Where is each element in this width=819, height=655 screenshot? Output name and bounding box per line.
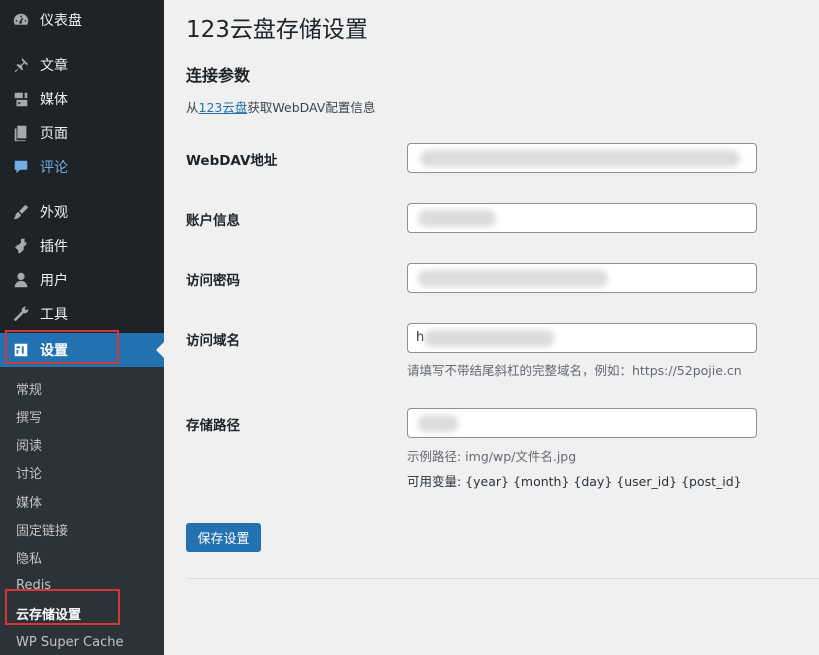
menu-label: 仪表盘 — [40, 13, 82, 29]
page-title: 123云盘存储设置 — [186, 17, 368, 43]
storage-path-hint: 示例路径: img/wp/文件名.jpg — [407, 449, 577, 464]
description: 从123云盘获取WebDAV配置信息 — [186, 97, 375, 116]
menu-item-comments[interactable]: 评论 — [0, 150, 164, 184]
comment-icon — [0, 158, 36, 176]
menu-label: 插件 — [40, 239, 68, 255]
domain-hint: 请填写不带结尾斜杠的完整域名，例如：https://52pojie.cn — [407, 363, 742, 378]
submenu-item-wp-super-cache[interactable]: WP Super Cache — [16, 628, 123, 655]
submenu-item-general[interactable]: 常规 — [16, 374, 42, 402]
dashboard-icon — [0, 11, 36, 29]
menu-label: 媒体 — [40, 92, 68, 108]
redacted-value — [418, 210, 496, 227]
menu-item-posts[interactable]: 文章 — [0, 48, 164, 82]
domain-value: h — [416, 330, 425, 345]
settings-submenu: 常规 撰写 阅读 讨论 媒体 固定链接 隐私 Redis 云存储设置 WP Su… — [0, 367, 164, 655]
menu-label: 设置 — [40, 343, 68, 359]
settings-icon — [0, 341, 36, 359]
menu-item-tools[interactable]: 工具 — [0, 297, 164, 331]
menu-label: 用户 — [40, 273, 68, 289]
webdav-url-input[interactable] — [407, 143, 757, 173]
menu-item-users[interactable]: 用户 — [0, 263, 164, 297]
storage-path-label: 存储路径 — [186, 418, 240, 434]
account-label: 账户信息 — [186, 213, 240, 229]
submenu-item-cloud-storage[interactable]: 云存储设置 — [16, 599, 81, 627]
save-settings-button[interactable]: 保存设置 — [186, 523, 261, 552]
wrench-icon — [0, 305, 36, 323]
main-content: 123云盘存储设置 连接参数 从123云盘获取WebDAV配置信息 WebDAV… — [164, 0, 819, 655]
password-input[interactable] — [407, 263, 757, 293]
redacted-value — [418, 270, 608, 287]
storage-path-input[interactable] — [407, 408, 757, 438]
account-input[interactable] — [407, 203, 757, 233]
menu-label: 工具 — [40, 307, 68, 323]
submenu-item-reading[interactable]: 阅读 — [16, 430, 42, 458]
menu-label: 外观 — [40, 205, 68, 221]
menu-item-settings[interactable]: 设置 — [0, 333, 164, 367]
password-label: 访问密码 — [186, 273, 240, 289]
menu-item-plugins[interactable]: 插件 — [0, 229, 164, 263]
yun-pan-link[interactable]: 123云盘 — [199, 100, 248, 115]
divider — [186, 578, 819, 579]
description-prefix: 从 — [186, 100, 199, 115]
redacted-value — [418, 415, 458, 432]
menu-item-pages[interactable]: 页面 — [0, 116, 164, 150]
media-icon — [0, 90, 36, 108]
admin-menu: 仪表盘 文章 媒体 页面 评论 外观 插件 用户 工具 设置 — [0, 0, 164, 370]
active-indicator — [156, 342, 164, 358]
redacted-value — [424, 330, 554, 347]
menu-label: 评论 — [40, 160, 68, 176]
menu-label: 页面 — [40, 126, 68, 142]
submenu-item-privacy[interactable]: 隐私 — [16, 543, 42, 571]
storage-path-variables: 可用变量: {year} {month} {day} {user_id} {po… — [407, 474, 742, 489]
domain-label: 访问域名 — [186, 333, 240, 349]
menu-label: 文章 — [40, 58, 68, 74]
submenu-item-writing[interactable]: 撰写 — [16, 402, 42, 430]
submenu-item-discussion[interactable]: 讨论 — [16, 458, 42, 486]
user-icon — [0, 271, 36, 289]
plugin-icon — [0, 237, 36, 255]
brush-icon — [0, 203, 36, 221]
pages-icon — [0, 124, 36, 142]
menu-item-media[interactable]: 媒体 — [0, 82, 164, 116]
domain-input[interactable]: h — [407, 323, 757, 353]
menu-item-dashboard[interactable]: 仪表盘 — [0, 3, 164, 37]
description-suffix: 获取WebDAV配置信息 — [247, 100, 376, 115]
submenu-item-permalinks[interactable]: 固定链接 — [16, 515, 68, 543]
menu-item-appearance[interactable]: 外观 — [0, 195, 164, 229]
submenu-item-redis[interactable]: Redis — [16, 571, 51, 599]
redacted-value — [420, 150, 740, 167]
pin-icon — [0, 56, 36, 74]
submenu-item-media[interactable]: 媒体 — [16, 487, 42, 515]
webdav-url-label: WebDAV地址 — [186, 153, 278, 169]
section-title: 连接参数 — [186, 66, 251, 85]
admin-sidebar: 仪表盘 文章 媒体 页面 评论 外观 插件 用户 工具 设置 常规 撰写 阅读 … — [0, 0, 164, 655]
